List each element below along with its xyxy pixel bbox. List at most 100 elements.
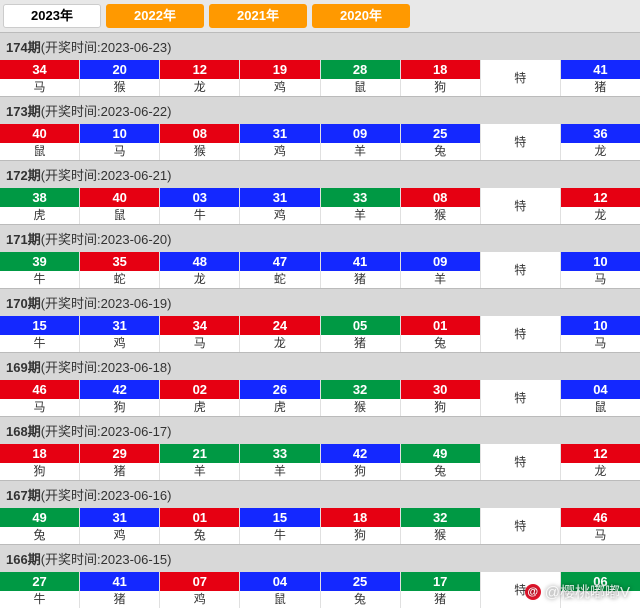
cell: 33羊 (240, 444, 320, 480)
number-badge: 31 (240, 124, 319, 143)
zodiac-label: 特 (481, 252, 560, 288)
year-tab-3[interactable]: 2020年 (312, 4, 410, 28)
zodiac-label: 鸡 (80, 335, 159, 352)
draw-row-6: 18狗29猪21羊33羊42狗49兔特12龙 (0, 444, 640, 480)
draw-header-8: 166期(开奖时间:2023-06-15) (0, 544, 640, 572)
cell: 31鸡 (80, 508, 160, 544)
zodiac-label: 猪 (401, 591, 480, 608)
number-badge: 31 (80, 508, 159, 527)
number-badge: 48 (160, 252, 239, 271)
number-badge: 10 (561, 252, 640, 271)
number-badge: 04 (240, 572, 319, 591)
zodiac-label: 羊 (401, 271, 480, 288)
number-badge: 29 (80, 444, 159, 463)
cell: 21羊 (160, 444, 240, 480)
number-badge: 18 (401, 60, 480, 79)
draw-row-2: 38虎40鼠03牛31鸡33羊08猴特12龙 (0, 188, 640, 224)
zodiac-label: 鸡 (160, 591, 239, 608)
zodiac-label: 鼠 (561, 399, 640, 416)
cell: 09羊 (321, 124, 401, 160)
cell: 特 (481, 444, 561, 480)
cell: 41猪 (80, 572, 160, 608)
number-badge: 49 (401, 444, 480, 463)
cell: 08猴 (401, 188, 481, 224)
zodiac-label: 兔 (401, 143, 480, 160)
zodiac-label: 鼠 (321, 79, 400, 96)
number-badge: 17 (401, 572, 480, 591)
draw-row-5: 46马42狗02虎26虎32猴30狗特04鼠 (0, 380, 640, 416)
year-tab-0[interactable]: 2023年 (3, 4, 101, 28)
zodiac-label: 龙 (561, 143, 640, 160)
zodiac-label: 龙 (160, 79, 239, 96)
zodiac-label: 牛 (0, 591, 79, 608)
cell: 30狗 (401, 380, 481, 416)
cell: 25兔 (321, 572, 401, 608)
zodiac-label: 羊 (160, 463, 239, 480)
draws-container: 174期(开奖时间:2023-06-23)34马20猴12龙19鸡28鼠18狗特… (0, 32, 640, 608)
zodiac-label: 鸡 (240, 143, 319, 160)
cell: 06 (561, 572, 640, 608)
number-badge: 24 (240, 316, 319, 335)
number-badge: 26 (240, 380, 319, 399)
number-badge: 38 (0, 188, 79, 207)
zodiac-label: 龙 (561, 207, 640, 224)
cell: 05猪 (321, 316, 401, 352)
zodiac-label: 马 (561, 271, 640, 288)
zodiac-label: 虎 (0, 207, 79, 224)
number-badge: 49 (0, 508, 79, 527)
number-badge: 31 (240, 188, 319, 207)
number-badge: 42 (321, 444, 400, 463)
zodiac-label: 猴 (401, 207, 480, 224)
zodiac-label: 猴 (321, 399, 400, 416)
cell: 40鼠 (80, 188, 160, 224)
draw-header-3: 171期(开奖时间:2023-06-20) (0, 224, 640, 252)
number-badge: 41 (321, 252, 400, 271)
zodiac-label: 羊 (321, 207, 400, 224)
zodiac-label: 猪 (561, 79, 640, 96)
number-badge: 33 (321, 188, 400, 207)
cell: 36龙 (561, 124, 640, 160)
zodiac-label: 狗 (321, 527, 400, 544)
number-badge: 46 (0, 380, 79, 399)
cell: 10马 (561, 252, 640, 288)
number-badge: 03 (160, 188, 239, 207)
cell: 34马 (160, 316, 240, 352)
number-badge: 15 (0, 316, 79, 335)
cell: 24龙 (240, 316, 320, 352)
zodiac-label: 龙 (561, 463, 640, 480)
cell: 48龙 (160, 252, 240, 288)
number-badge: 07 (160, 572, 239, 591)
cell: 特 (481, 188, 561, 224)
number-badge: 31 (80, 316, 159, 335)
number-badge: 41 (80, 572, 159, 591)
year-tab-1[interactable]: 2022年 (106, 4, 204, 28)
number-badge: 04 (561, 380, 640, 399)
cell: 20猴 (80, 60, 160, 96)
zodiac-label (561, 591, 640, 608)
cell: 02虎 (160, 380, 240, 416)
cell: 40鼠 (0, 124, 80, 160)
number-badge: 12 (561, 444, 640, 463)
draw-header-0: 174期(开奖时间:2023-06-23) (0, 32, 640, 60)
cell: 17猪 (401, 572, 481, 608)
zodiac-label: 蛇 (240, 271, 319, 288)
number-badge: 18 (321, 508, 400, 527)
number-badge: 46 (561, 508, 640, 527)
number-badge: 35 (80, 252, 159, 271)
number-badge: 40 (0, 124, 79, 143)
zodiac-label: 特 (481, 124, 560, 160)
draw-header-7: 167期(开奖时间:2023-06-16) (0, 480, 640, 508)
zodiac-label: 猴 (401, 527, 480, 544)
year-tab-2[interactable]: 2021年 (209, 4, 307, 28)
cell: 09羊 (401, 252, 481, 288)
cell: 38虎 (0, 188, 80, 224)
draw-row-7: 49兔31鸡01兔15牛18狗32猴特46马 (0, 508, 640, 544)
number-badge: 01 (401, 316, 480, 335)
zodiac-label: 牛 (160, 207, 239, 224)
cell: 19鸡 (240, 60, 320, 96)
number-badge: 18 (0, 444, 79, 463)
number-badge: 09 (401, 252, 480, 271)
zodiac-label: 兔 (321, 591, 400, 608)
zodiac-label: 虎 (240, 399, 319, 416)
number-badge: 09 (321, 124, 400, 143)
